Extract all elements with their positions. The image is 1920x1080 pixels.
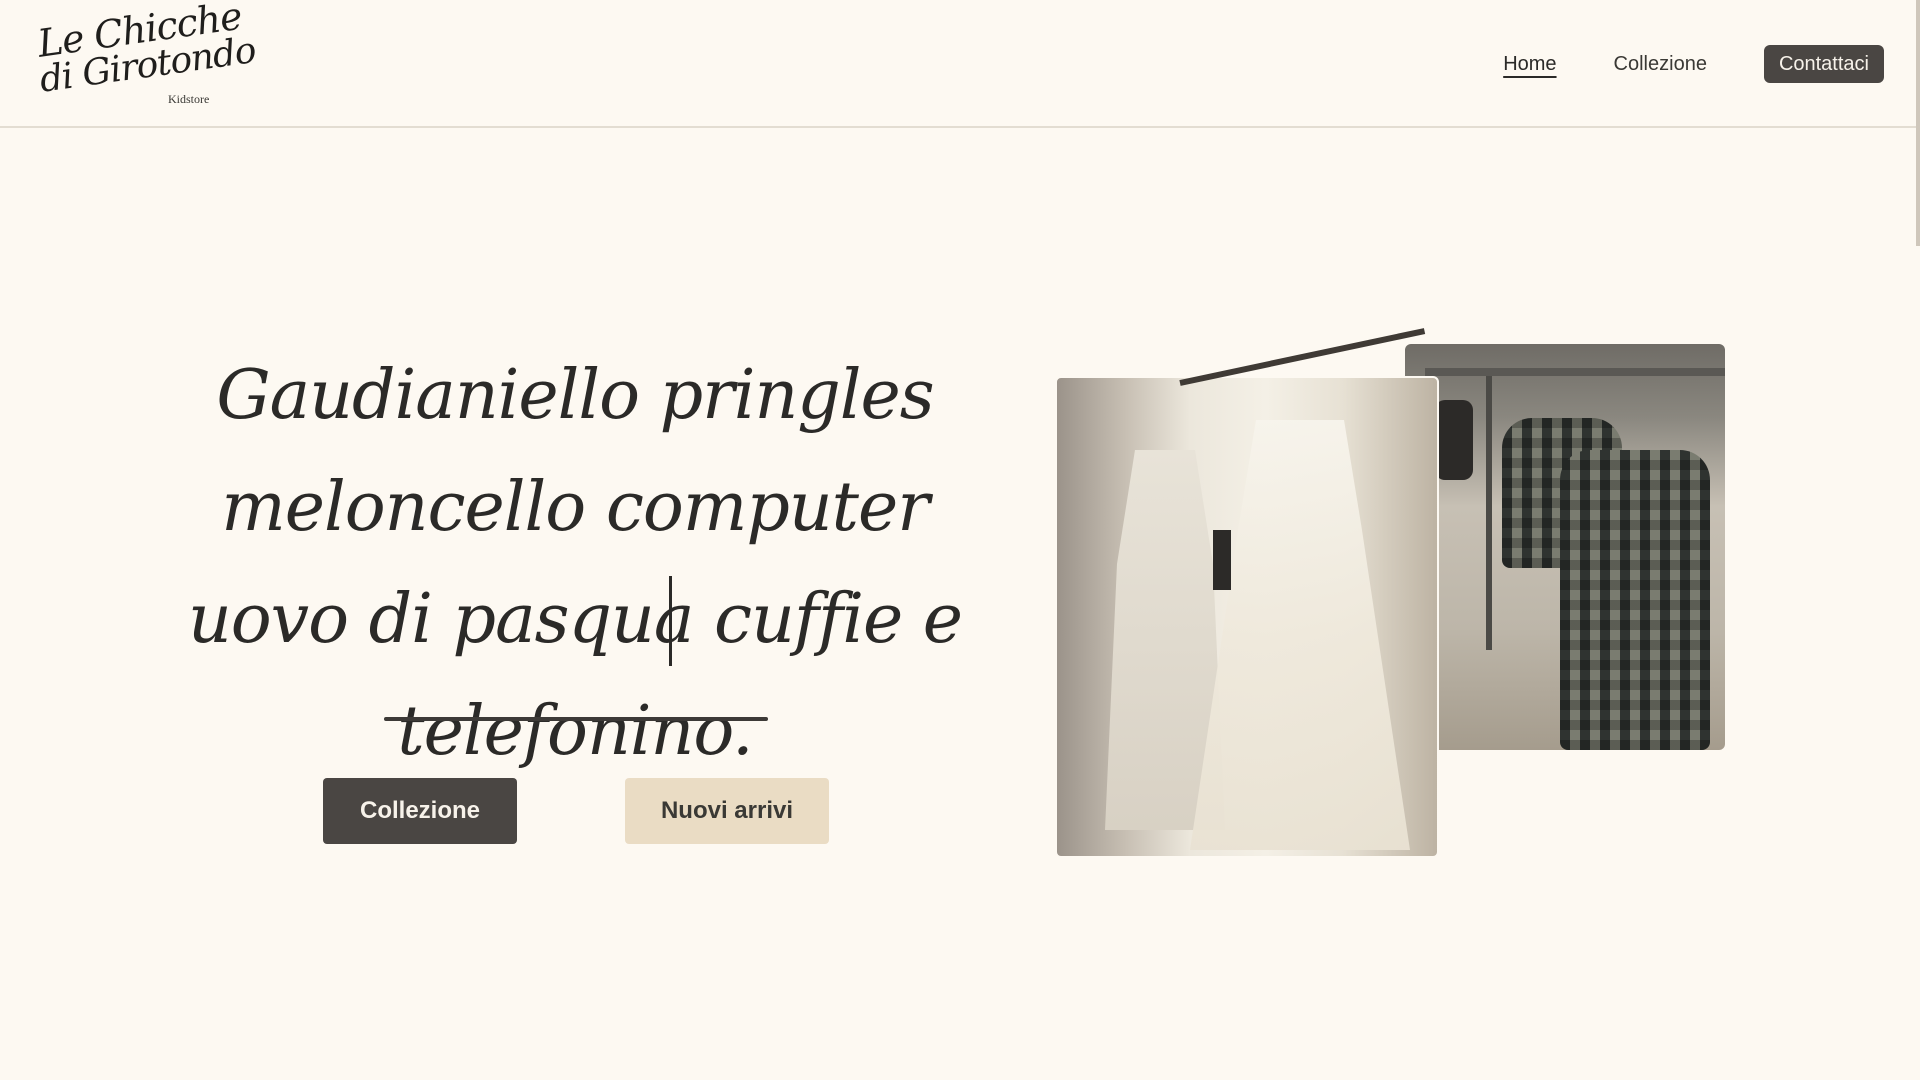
contact-button[interactable]: Contattaci [1763,45,1884,83]
main-nav: Home Collezione Contattaci [1503,45,1884,83]
rail-pole [1486,376,1492,650]
nav-home-link[interactable]: Home [1503,45,1556,83]
page: Le Chicche di Girotondo Kidstore Home Co… [0,0,1920,1080]
price-tag [1213,530,1231,590]
scrollbar-thumb[interactable] [1916,0,1920,246]
text-cursor [669,576,672,666]
logo[interactable]: Le Chicche di Girotondo Kidstore [35,0,258,112]
site-header: Le Chicche di Girotondo Kidstore Home Co… [0,0,1916,128]
coat-shape [1560,450,1710,750]
logo-subtitle: Kidstore [168,92,210,106]
hero-divider [384,717,768,721]
clothing-rail [1425,368,1725,376]
new-arrivals-button[interactable]: Nuovi arrivi [625,778,829,844]
collection-button[interactable]: Collezione [323,778,517,844]
chair-shape [1435,400,1473,480]
nav-collection-link[interactable]: Collezione [1614,45,1707,83]
